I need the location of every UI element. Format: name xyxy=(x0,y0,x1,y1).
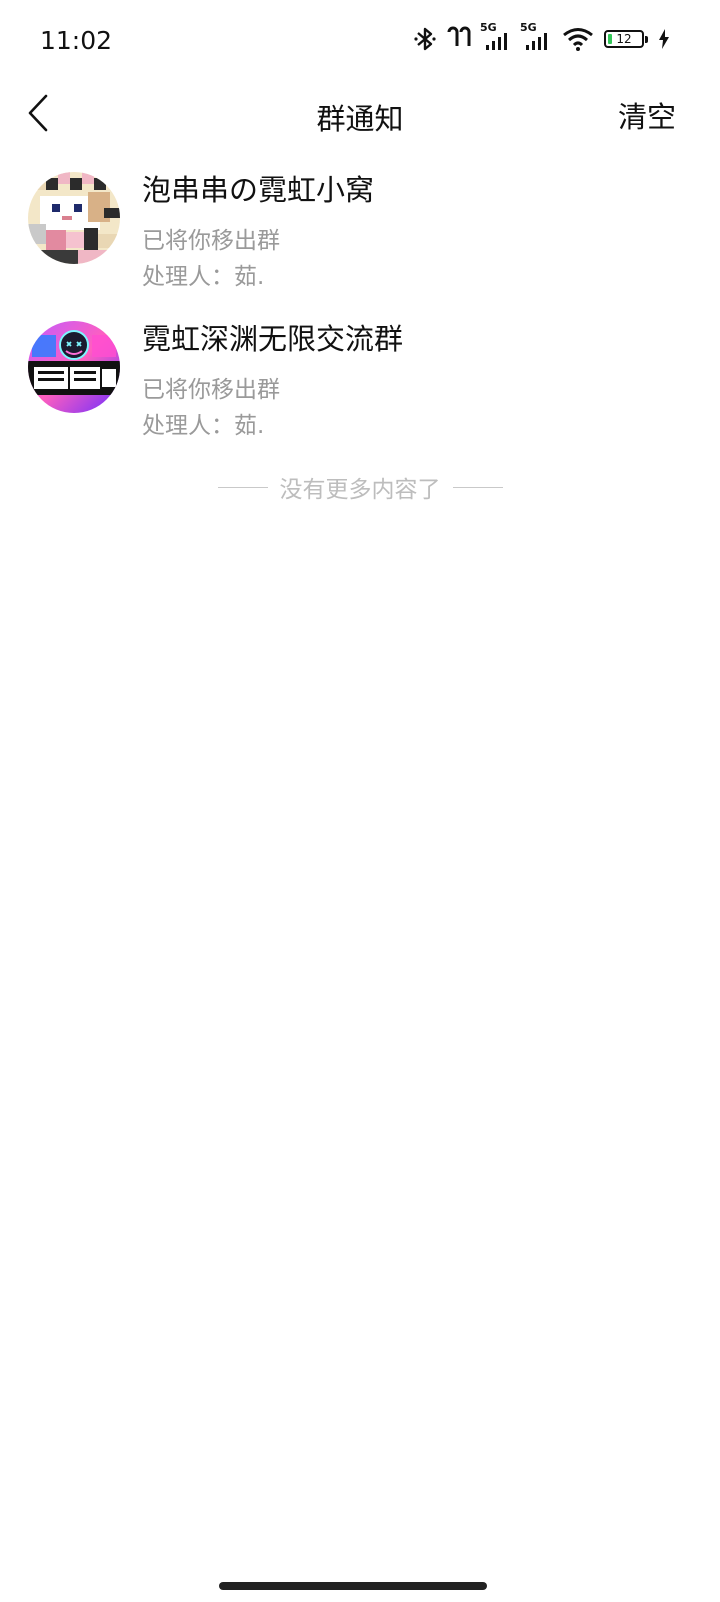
status-time: 11:02 xyxy=(40,26,113,55)
notification-item[interactable]: 泡串串の霓虹小窝 已将你移出群 处理人：茹. xyxy=(0,166,720,315)
notification-action: 已将你移出群 xyxy=(142,377,280,403)
end-of-list-text: 没有更多内容了 xyxy=(279,477,441,503)
battery-body: 12 xyxy=(604,30,644,48)
divider-line xyxy=(217,486,268,488)
battery-icon: 12 xyxy=(604,30,648,48)
signal-icon: 5G xyxy=(520,21,552,51)
home-indicator[interactable] xyxy=(219,1582,487,1590)
signal-icon: 5G xyxy=(480,21,512,51)
notification-handler: 处理人：茹. xyxy=(142,264,265,290)
notification-action: 已将你移出群 xyxy=(142,228,280,254)
group-name: 泡串串の霓虹小窝 xyxy=(142,173,375,207)
nav-bar: 群通知 清空 xyxy=(0,84,720,142)
group-avatar[interactable] xyxy=(28,321,120,413)
page-title: 群通知 xyxy=(316,102,404,136)
status-icons: 5G 5G 12 xyxy=(414,21,670,52)
earbuds-icon xyxy=(446,26,472,52)
network-type-label: 5G xyxy=(520,21,537,34)
charging-icon xyxy=(658,29,670,49)
group-name: 霓虹深渊无限交流群 xyxy=(142,322,404,356)
group-avatar[interactable] xyxy=(28,172,120,264)
notification-content: 泡串串の霓虹小窝 已将你移出群 处理人：茹. xyxy=(142,166,700,295)
status-bar: 11:02 5G 5G 12 xyxy=(0,0,720,84)
notification-content: 霓虹深渊无限交流群 已将你移出群 处理人：茹. xyxy=(142,315,700,444)
divider-line xyxy=(452,486,503,488)
notification-list: 泡串串の霓虹小窝 已将你移出群 处理人：茹. 霓虹深渊无限交流群 已将你移出群 … xyxy=(0,166,720,464)
network-type-label: 5G xyxy=(480,21,497,34)
battery-fill xyxy=(608,34,612,44)
battery-level: 12 xyxy=(616,32,632,46)
wifi-icon xyxy=(562,27,594,51)
bluetooth-icon xyxy=(414,26,436,52)
end-of-list: 没有更多内容了 xyxy=(0,470,720,504)
clear-button[interactable]: 清空 xyxy=(618,94,676,136)
notification-handler: 处理人：茹. xyxy=(142,413,265,439)
battery-tip xyxy=(645,35,648,43)
notification-item[interactable]: 霓虹深渊无限交流群 已将你移出群 处理人：茹. xyxy=(0,315,720,464)
